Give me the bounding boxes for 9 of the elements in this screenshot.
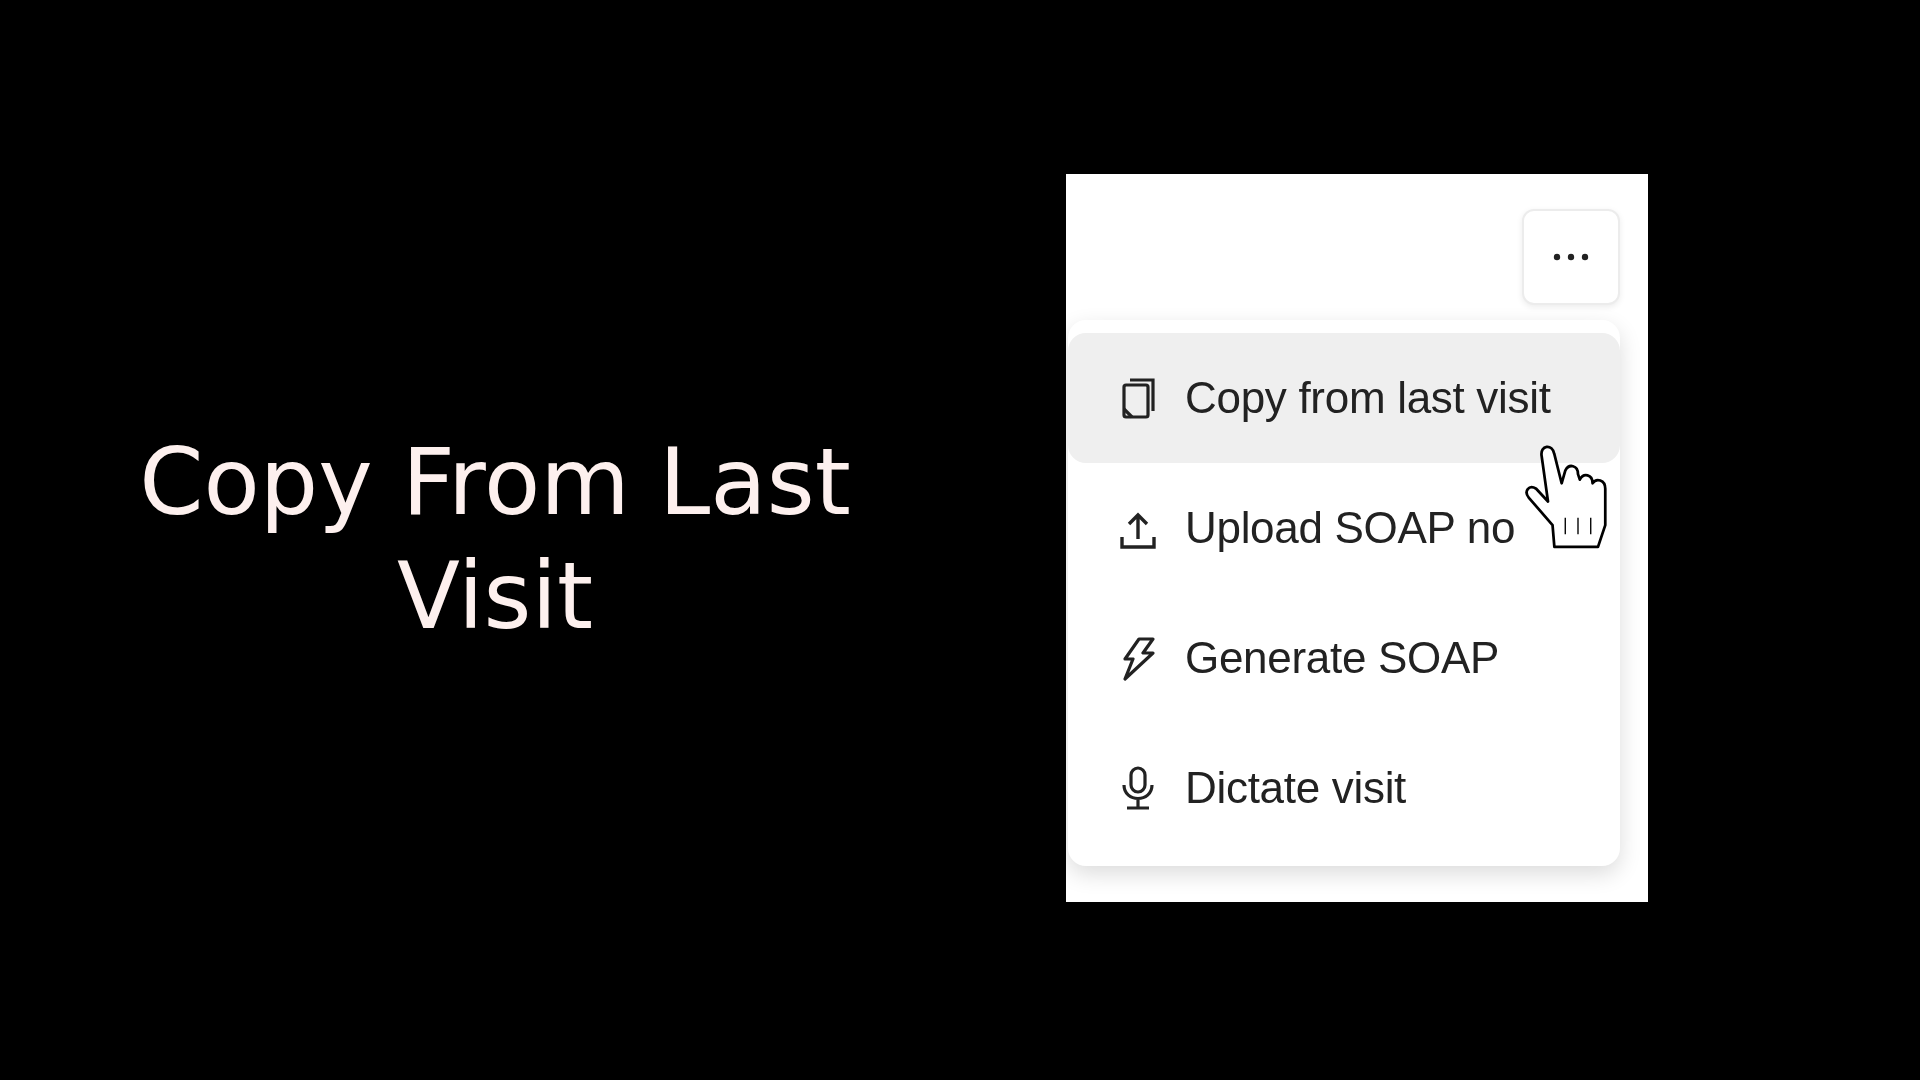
microphone-icon [1119, 765, 1157, 811]
menu-item[interactable]: Upload SOAP no [1068, 463, 1620, 593]
copy-icon [1119, 375, 1157, 421]
more-button[interactable] [1522, 209, 1620, 305]
slide-title: Copy From Last Visit [138, 428, 852, 652]
menu-item[interactable]: Copy from last visit [1068, 333, 1620, 463]
menu-item[interactable]: Generate SOAP [1068, 593, 1620, 723]
more-icon [1553, 253, 1589, 261]
menu-item[interactable]: Dictate visit [1068, 723, 1620, 853]
